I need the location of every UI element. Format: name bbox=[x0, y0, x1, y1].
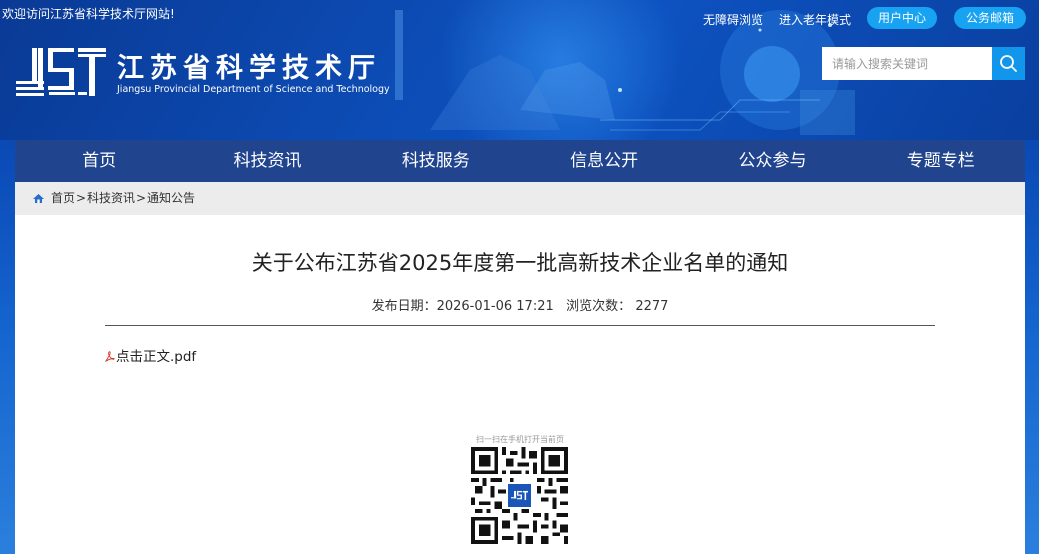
breadcrumb-separator: > bbox=[76, 191, 87, 205]
breadcrumb-separator: > bbox=[136, 191, 147, 205]
qr-code bbox=[471, 447, 568, 544]
title-divider bbox=[105, 325, 935, 326]
breadcrumb-news-link[interactable]: 科技资讯 bbox=[87, 182, 135, 215]
nav-item-participation[interactable]: 公众参与 bbox=[688, 140, 856, 182]
breadcrumb-notice-link[interactable]: 通知公告 bbox=[147, 182, 195, 215]
site-name-en: Jiangsu Provincial Department of Science… bbox=[117, 84, 390, 95]
accessible-browse-link[interactable]: 无障碍浏览 bbox=[703, 11, 763, 28]
view-count-label: 浏览次数： bbox=[566, 299, 632, 314]
article-content: 关于公布江苏省2025年度第一批高新技术企业名单的通知 发布日期：2026-01… bbox=[15, 215, 1025, 554]
publish-date-label: 发布日期： bbox=[371, 299, 437, 314]
site-name-cn: 江苏省科学技术厅 bbox=[117, 53, 381, 84]
article-meta: 发布日期：2026-01-06 17:21 浏览次数： 2277 bbox=[15, 295, 1025, 314]
breadcrumb-home-link[interactable]: 首页 bbox=[51, 182, 75, 215]
attachment-link[interactable]: 点击正文.pdf bbox=[105, 345, 196, 365]
jst-logo-icon bbox=[511, 490, 528, 501]
nav-item-news[interactable]: 科技资讯 bbox=[183, 140, 351, 182]
elder-mode-link[interactable]: 进入老年模式 bbox=[779, 11, 851, 28]
nav-item-services[interactable]: 科技服务 bbox=[352, 140, 520, 182]
welcome-text: 欢迎访问江苏省科学技术厅网站! bbox=[2, 7, 175, 21]
article-title: 关于公布江苏省2025年度第一批高新技术企业名单的通知 bbox=[251, 251, 789, 275]
nav-item-disclosure[interactable]: 信息公开 bbox=[520, 140, 688, 182]
user-center-button[interactable]: 用户中心 bbox=[867, 7, 937, 29]
public-mail-button[interactable]: 公务邮箱 bbox=[954, 7, 1026, 29]
breadcrumb: 首页 > 科技资讯 > 通知公告 bbox=[15, 182, 1025, 215]
qr-center-logo bbox=[506, 482, 533, 509]
view-count: 2277 bbox=[635, 299, 669, 314]
jst-logo-icon[interactable] bbox=[16, 48, 106, 96]
main-nav: 首页 科技资讯 科技服务 信息公开 公众参与 专题专栏 bbox=[15, 140, 1025, 182]
search-icon bbox=[1000, 55, 1017, 72]
publish-date: 2026-01-06 17:21 bbox=[436, 299, 554, 314]
pdf-icon bbox=[105, 351, 115, 362]
qr-caption: 扫一扫在手机打开当前页 bbox=[476, 435, 564, 444]
search-box bbox=[822, 47, 1025, 80]
site-header: 欢迎访问江苏省科学技术厅网站! 无障碍浏览 进入老年模式 用户中心 公务邮箱 江… bbox=[0, 0, 1039, 140]
nav-item-home[interactable]: 首页 bbox=[15, 140, 183, 182]
nav-item-topics[interactable]: 专题专栏 bbox=[857, 140, 1025, 182]
attachment-label: 点击正文.pdf bbox=[116, 349, 197, 365]
search-button[interactable] bbox=[992, 47, 1025, 80]
search-input[interactable] bbox=[822, 47, 992, 80]
home-icon bbox=[33, 194, 44, 203]
